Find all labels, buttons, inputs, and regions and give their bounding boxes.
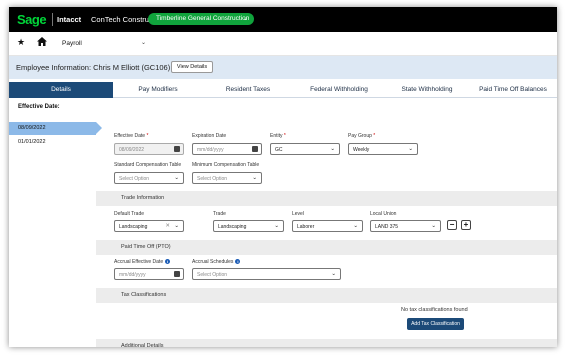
tab-paid-time-off-balances[interactable]: Paid Time Off Balances xyxy=(469,82,557,98)
chevron-down-icon: ⌄ xyxy=(408,146,413,152)
chevron-down-icon: ⌄ xyxy=(174,223,179,229)
effective-date-field: 08/09/2022 xyxy=(114,143,184,155)
expiration-date-label: Expiration Date xyxy=(192,133,227,139)
std-comp-table-label: Standard Compensation Table xyxy=(114,162,182,168)
pay-group-select[interactable]: Weekly ⌄ xyxy=(348,143,418,155)
module-menu-payroll[interactable]: Payroll xyxy=(62,40,82,47)
product-name: Intacct xyxy=(57,15,82,24)
clear-icon[interactable]: ✕ xyxy=(165,223,170,229)
trade-label: Trade xyxy=(213,211,226,217)
logo-divider xyxy=(52,13,53,26)
home-icon[interactable] xyxy=(37,37,47,48)
default-trade-select[interactable]: Landscaping ✕ ⌄ xyxy=(114,220,184,232)
accrual-effective-date-label: Accrual Effective Date i xyxy=(114,259,171,265)
entity-label: Timberline General Construction xyxy=(156,15,250,22)
chevron-down-icon: ⌄ xyxy=(274,223,279,229)
add-trade-button[interactable]: + xyxy=(461,220,471,230)
chevron-down-icon: ⌄ xyxy=(353,223,358,229)
sidebar-heading: Effective Date: xyxy=(18,104,60,110)
accrual-schedules-select[interactable]: Select Option ⌄ xyxy=(192,268,341,280)
app-window: Sage Intacct ConTech Construction Timber… xyxy=(9,7,557,347)
std-comp-table-select[interactable]: Select Option ⌄ xyxy=(114,172,184,184)
chevron-down-icon: ⌄ xyxy=(242,16,248,22)
tax-classifications-section: Tax Classifications xyxy=(96,288,557,303)
level-label: Level xyxy=(292,211,304,217)
details-panel: Effective Date * 08/09/2022 Expiration D… xyxy=(96,100,557,347)
chevron-down-icon: ⌄ xyxy=(331,271,336,277)
remove-trade-button[interactable]: − xyxy=(447,220,457,230)
chevron-down-icon: ⌄ xyxy=(431,223,436,229)
effective-date-sidebar: Effective Date: 08/09/2022 01/01/2022 xyxy=(9,100,102,347)
pay-group-label: Pay Group * xyxy=(348,133,376,139)
entity-field-label: Entity * xyxy=(270,133,286,139)
info-icon[interactable]: i xyxy=(235,259,241,265)
sidebar-item-date[interactable]: 01/01/2022 xyxy=(9,136,96,149)
chevron-down-icon[interactable]: ⌄ xyxy=(141,39,146,46)
level-select[interactable]: Laborer ⌄ xyxy=(292,220,363,232)
calendar-icon[interactable] xyxy=(174,271,180,277)
info-icon[interactable]: i xyxy=(165,259,171,265)
view-details-button[interactable]: View Details xyxy=(171,61,213,73)
top-bar: Sage Intacct ConTech Construction Timber… xyxy=(9,7,557,32)
employee-header: Employee Information: Chris M Elliott (G… xyxy=(9,56,557,79)
local-union-select[interactable]: LAND 375 ⌄ xyxy=(370,220,441,232)
default-trade-label: Default Trade xyxy=(114,211,145,217)
no-tax-classifications-message: No tax classifications found xyxy=(401,307,468,313)
accrual-effective-date-field[interactable]: mm/dd/yyyy xyxy=(114,268,184,280)
local-union-label: Local Union xyxy=(370,211,397,217)
chevron-down-icon: ⌄ xyxy=(252,175,257,181)
expiration-date-field[interactable]: mm/dd/yyyy xyxy=(192,143,262,155)
trade-information-section: Trade Information xyxy=(96,191,557,206)
calendar-icon xyxy=(174,146,180,152)
entity-selector[interactable]: Timberline General Construction ⌄ xyxy=(148,13,254,25)
min-comp-table-label: Minimum Compensation Table xyxy=(192,162,260,168)
tab-state-withholding[interactable]: State Withholding xyxy=(385,82,469,98)
min-comp-table-select[interactable]: Select Option ⌄ xyxy=(192,172,262,184)
accrual-schedules-label: Accrual Schedules i xyxy=(192,259,241,265)
sidebar-item-date[interactable]: 08/09/2022 xyxy=(9,122,102,135)
calendar-icon[interactable] xyxy=(252,146,258,152)
add-tax-classification-button[interactable]: Add Tax Classification xyxy=(407,318,464,330)
chevron-down-icon: ⌄ xyxy=(174,175,179,181)
chevron-down-icon: ⌄ xyxy=(330,146,335,152)
entity-select[interactable]: GC ⌄ xyxy=(270,143,340,155)
effective-date-label: Effective Date * xyxy=(114,133,149,139)
nav-bar: ★ Payroll ⌄ xyxy=(9,32,557,56)
tab-resident-taxes[interactable]: Resident Taxes xyxy=(203,82,293,98)
pto-section: Paid Time Off (PTO) xyxy=(96,240,557,255)
star-icon[interactable]: ★ xyxy=(17,37,25,48)
sage-logo[interactable]: Sage xyxy=(17,12,47,27)
page-title: Employee Information: Chris M Elliott (G… xyxy=(16,63,171,72)
tab-pay-modifiers[interactable]: Pay Modifiers xyxy=(113,82,203,98)
trade-select[interactable]: Landscaping ⌄ xyxy=(213,220,284,232)
tab-details[interactable]: Details xyxy=(9,82,113,98)
additional-details-section: Additional Details xyxy=(96,339,557,347)
tab-bar: Details Pay Modifiers Resident Taxes Fed… xyxy=(9,82,557,98)
tab-federal-withholding[interactable]: Federal Withholding xyxy=(293,82,385,98)
